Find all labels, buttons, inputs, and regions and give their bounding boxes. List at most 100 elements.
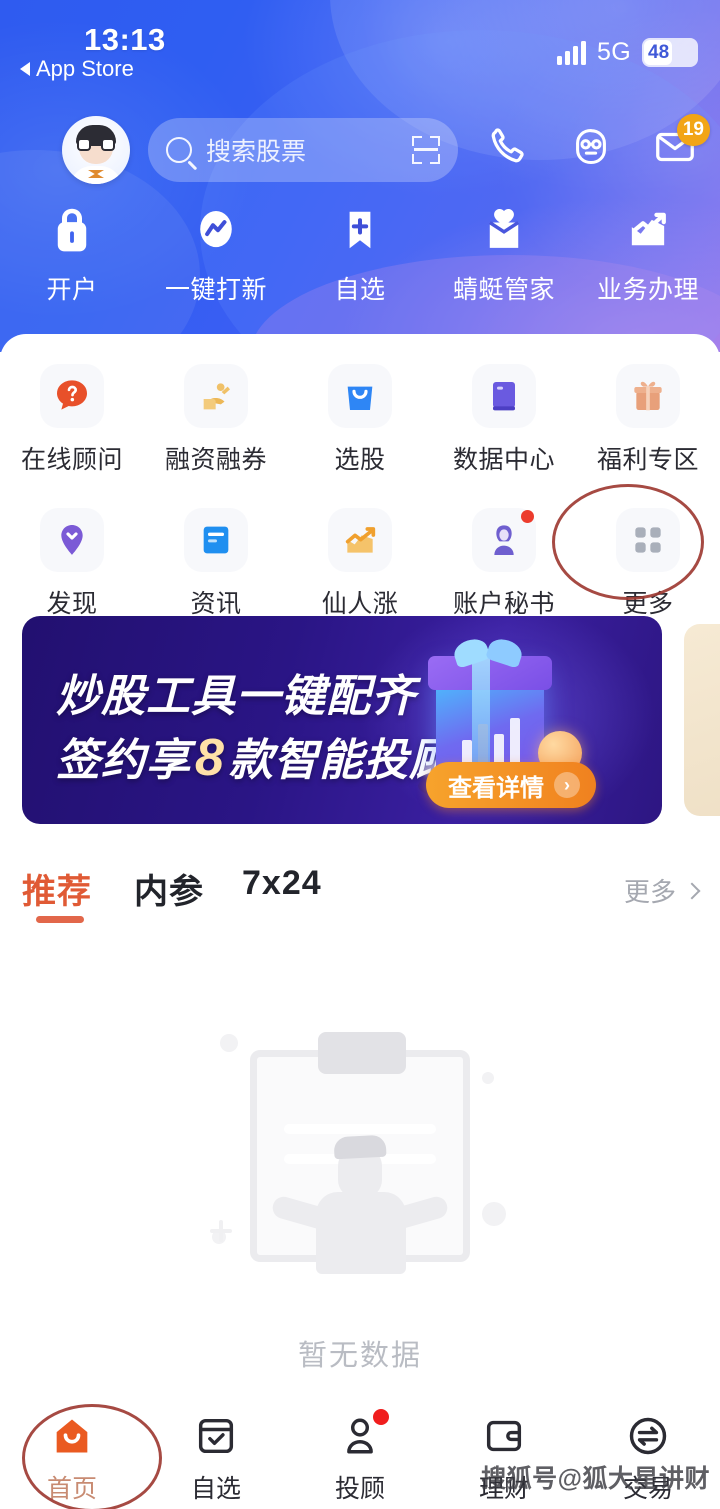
gift-icon — [616, 364, 680, 428]
tab-recommend[interactable]: 推荐 — [22, 864, 92, 913]
book-data-icon — [472, 364, 536, 428]
app-root: 13:13 App Store 5G 48 搜索股票 19 开户 一键打新 自选… — [0, 0, 720, 1509]
grid-item-rongzirongquan[interactable]: 融资融券 — [144, 350, 288, 490]
bookmark-plus-icon — [336, 206, 384, 256]
quicknav-item-zixuan[interactable]: 自选 — [288, 206, 432, 306]
quicknav-label: 开户 — [46, 276, 98, 304]
search-placeholder: 搜索股票 — [206, 138, 307, 166]
banner-number: 8 — [195, 729, 225, 787]
news-book-icon — [184, 508, 248, 572]
tab-7x24[interactable]: 7x24 — [242, 864, 322, 903]
status-bar-clock: 13:13 — [84, 22, 166, 57]
banner-cta-label: 查看详情 — [448, 774, 544, 802]
grid-item-xuangu[interactable]: 选股 — [288, 350, 432, 490]
bottom-nav-label: 自选 — [190, 1475, 241, 1503]
banner-line-1: 炒股工具一键配齐 — [56, 672, 416, 721]
grid-item-label: 福利专区 — [596, 446, 699, 474]
status-bar: 13:13 App Store 5G 48 — [0, 0, 720, 92]
shopping-bag-icon — [328, 364, 392, 428]
service-grid: 在线顾问 融资融券 选股 数据中心 福利专区 发现 资讯 仙人涨 账户秘书 更多 — [0, 350, 720, 638]
back-to-app-store-button[interactable]: App Store — [20, 56, 134, 82]
grid-dots-icon — [616, 508, 680, 572]
quicknav-item-yijiandaxin[interactable]: 一键打新 — [144, 206, 288, 306]
heart-box-icon — [480, 206, 528, 256]
header-quick-nav: 开户 一键打新 自选 蜻蜓管家 业务办理 — [0, 206, 720, 306]
grid-item-label: 仙人涨 — [321, 590, 399, 618]
banner-line2-prefix: 签约享 — [56, 736, 191, 785]
quicknav-label: 一键打新 — [164, 276, 267, 304]
grid-item-zaixianguwen[interactable]: 在线顾问 — [0, 350, 144, 490]
grid-item-label: 选股 — [334, 446, 386, 474]
banner-carousel: 炒股工具一键配齐 签约享 8 款智能投顾 查看详情 › — [0, 616, 720, 828]
exchange-icon — [625, 1413, 671, 1459]
quicknav-label: 蜻蜓管家 — [452, 276, 555, 304]
grid-item-label: 数据中心 — [452, 446, 555, 474]
mail-badge: 19 — [676, 114, 710, 146]
app-header: 13:13 App Store 5G 48 搜索股票 19 开户 一键打新 自选… — [0, 0, 720, 352]
bottom-nav-label: 投顾 — [334, 1475, 385, 1503]
wallet-icon — [481, 1413, 527, 1459]
grid-item-label: 更多 — [622, 590, 674, 618]
grid-item-shujuzhongxin[interactable]: 数据中心 — [432, 350, 576, 490]
avatar[interactable] — [62, 116, 130, 184]
grid-item-label: 在线顾问 — [20, 446, 123, 474]
empty-state: 暂无数据 — [0, 1024, 720, 1374]
checkbox-list-icon — [193, 1413, 239, 1459]
mail-icon[interactable]: 19 — [652, 114, 710, 170]
tab-active-underline — [36, 916, 84, 923]
grid-item-zhanghumishu[interactable]: 账户秘书 — [432, 494, 576, 634]
quicknav-label: 自选 — [334, 276, 386, 304]
bottom-nav-item-home[interactable]: 首页 — [0, 1413, 144, 1505]
service-grid-row: 在线顾问 融资融券 选股 数据中心 福利专区 — [0, 350, 720, 490]
location-pin-icon — [40, 508, 104, 572]
promo-banner[interactable]: 炒股工具一键配齐 签约享 8 款智能投顾 查看详情 › — [22, 616, 662, 824]
header-search-row: 搜索股票 19 — [0, 114, 720, 186]
promo-banner-next[interactable] — [684, 624, 720, 816]
battery-indicator: 48 — [642, 38, 698, 67]
notification-dot — [521, 510, 534, 523]
hand-money-icon — [184, 364, 248, 428]
trend-up-icon — [624, 206, 672, 256]
header-action-icons: 19 — [484, 114, 710, 170]
search-input[interactable]: 搜索股票 — [148, 118, 458, 182]
content-tabs: 推荐 内参 7x24 更多 — [0, 850, 720, 940]
grid-item-label: 发现 — [46, 590, 98, 618]
back-label: App Store — [36, 56, 134, 81]
quicknav-item-qingtingguanjia[interactable]: 蜻蜓管家 — [432, 206, 576, 306]
lock-icon — [48, 206, 96, 256]
bottom-nav-label: 首页 — [46, 1475, 97, 1503]
orange-chart-icon — [328, 508, 392, 572]
phone-icon[interactable] — [484, 124, 530, 170]
quicknav-item-kaihu[interactable]: 开户 — [0, 206, 144, 306]
search-icon — [166, 137, 192, 163]
notification-dot — [373, 1409, 389, 1425]
grid-item-gengduo[interactable]: 更多 — [576, 494, 720, 634]
customer-service-face-icon[interactable] — [568, 124, 614, 170]
signal-bars-icon — [557, 40, 587, 65]
grid-item-xianrenzhang[interactable]: 仙人涨 — [288, 494, 432, 634]
tab-neican[interactable]: 内参 — [134, 864, 204, 913]
scan-icon[interactable] — [412, 136, 440, 164]
bottom-nav-item-watchlist[interactable]: 自选 — [144, 1413, 288, 1505]
avatar-glasses-icon — [77, 138, 115, 151]
empty-state-text: 暂无数据 — [297, 1340, 422, 1372]
chevron-right-icon: › — [554, 772, 580, 798]
back-triangle-icon — [20, 62, 30, 76]
secretary-person-icon — [472, 508, 536, 572]
no-data-clipboard-illustration — [210, 1024, 510, 1314]
watermark: 搜狐号@狐大星讲财 — [481, 1465, 710, 1493]
tabs-more-label: 更多 — [623, 877, 676, 907]
banner-cta-button[interactable]: 查看详情 › — [426, 762, 596, 808]
network-type-label: 5G — [597, 38, 631, 66]
chevron-right-icon — [683, 882, 701, 899]
banner-line-2: 签约享 8 款智能投顾 — [56, 724, 454, 788]
quicknav-label: 业务办理 — [596, 276, 699, 304]
grid-item-zixun[interactable]: 资讯 — [144, 494, 288, 634]
tabs-more-button[interactable]: 更多 — [623, 872, 701, 909]
bottom-nav-item-advisor[interactable]: 投顾 — [288, 1409, 432, 1505]
grid-item-faxian[interactable]: 发现 — [0, 494, 144, 634]
quicknav-item-yewubanli[interactable]: 业务办理 — [576, 206, 720, 306]
home-icon — [49, 1413, 95, 1459]
grid-item-fulizhuanqu[interactable]: 福利专区 — [576, 350, 720, 490]
status-bar-right: 5G 48 — [557, 38, 698, 67]
